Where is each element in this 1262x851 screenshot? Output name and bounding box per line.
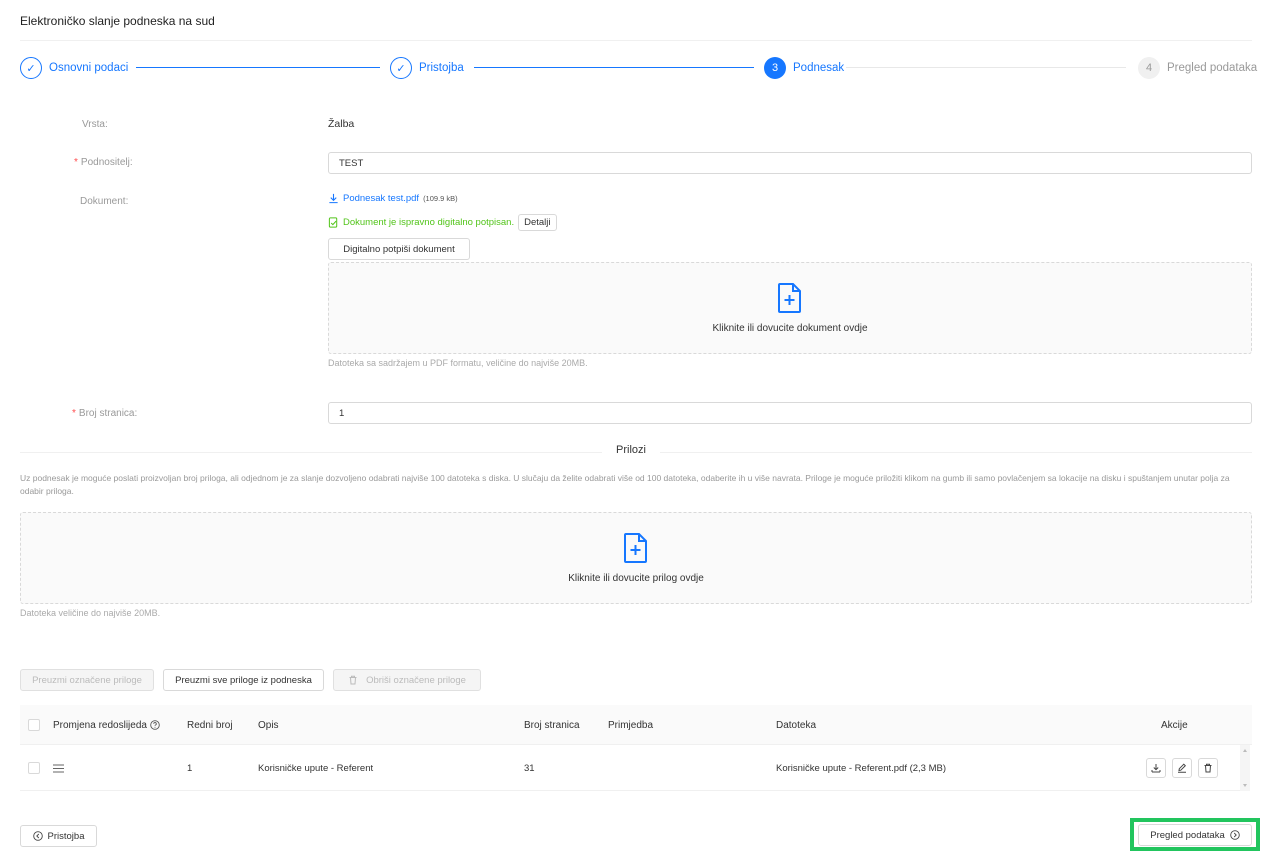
dropzone-text: Kliknite ili dovucite dokument ovdje xyxy=(712,322,868,334)
podnositelj-input[interactable]: TEST xyxy=(328,152,1252,174)
prilozi-title-wrap: Prilozi xyxy=(0,444,1262,456)
download-icon xyxy=(329,193,338,204)
step-label: Pregled podataka xyxy=(1167,62,1258,74)
step-pregled-podataka[interactable]: 4 Pregled podataka xyxy=(1138,56,1257,80)
row-checkbox[interactable] xyxy=(28,745,40,791)
arrow-right-circle-icon xyxy=(1229,830,1240,840)
delete-icon[interactable] xyxy=(1198,758,1218,778)
row-ordinal: 1 xyxy=(187,762,193,774)
back-button-label: Pristojba xyxy=(47,830,85,842)
signed-document-icon xyxy=(328,217,338,228)
file-name[interactable]: Podnesak test.pdf xyxy=(343,193,419,204)
question-circle-icon[interactable] xyxy=(150,720,160,730)
col-actions: Akcije xyxy=(1161,719,1188,731)
attachment-dropzone[interactable]: Kliknite ili dovucite prilog ovdje xyxy=(20,512,1252,604)
row-actions xyxy=(1146,745,1218,791)
file-add-icon xyxy=(624,532,647,563)
step-connector xyxy=(136,67,380,68)
col-description: Opis xyxy=(258,719,279,731)
document-dropzone[interactable]: Kliknite ili dovucite dokument ovdje xyxy=(328,262,1252,354)
back-button[interactable]: Pristojba xyxy=(20,825,97,847)
sign-document-button[interactable]: Digitalno potpiši dokument xyxy=(328,238,470,260)
podnositelj-label: * Podnositelj: xyxy=(74,157,133,168)
step-label: Pristojba xyxy=(419,62,464,74)
step-osnovni-podaci[interactable]: ✓ Osnovni podaci xyxy=(20,56,128,80)
details-button[interactable]: Detalji xyxy=(518,214,557,231)
table-header: Promjena redoslijeda Redni broj Opis Bro… xyxy=(20,705,1252,745)
vrsta-value: Žalba xyxy=(328,118,355,130)
vrsta-label: Vrsta: xyxy=(82,119,108,130)
next-button-label: Pregled podataka xyxy=(1150,829,1225,841)
col-reorder: Promjena redoslijeda xyxy=(53,705,160,745)
step-number: 4 xyxy=(1138,57,1160,79)
dokument-label: Dokument: xyxy=(80,196,129,207)
pages-input[interactable]: 1 xyxy=(328,402,1252,424)
prilozi-title: Prilozi xyxy=(602,444,660,456)
step-label: Osnovni podaci xyxy=(49,62,129,74)
signature-status: Dokument je ispravno digitalno potpisan.… xyxy=(328,214,557,231)
next-button[interactable]: Pregled podataka xyxy=(1138,824,1252,846)
col-ordinal: Redni broj xyxy=(187,719,233,731)
required-marker: * xyxy=(72,408,76,419)
arrow-left-circle-icon xyxy=(32,831,43,841)
prilozi-description: Uz podnesak je moguće poslati proizvolja… xyxy=(20,473,1230,496)
row-file: Korisničke upute - Referent.pdf (2,3 MB) xyxy=(776,762,947,774)
file-add-icon xyxy=(778,282,801,313)
dropzone-text: Kliknite ili dovucite prilog ovdje xyxy=(568,572,704,584)
check-icon: ✓ xyxy=(20,57,42,79)
top-divider xyxy=(20,40,1252,41)
drag-handle-icon[interactable] xyxy=(53,745,64,791)
required-marker: * xyxy=(74,157,78,168)
col-note: Primjedba xyxy=(608,719,654,731)
step-pristojba[interactable]: ✓ Pristojba xyxy=(390,56,464,80)
attachment-dropzone-hint: Datoteka veličine do najviše 20MB. xyxy=(20,608,161,618)
row-description: Korisničke upute - Referent xyxy=(258,762,374,774)
edit-icon[interactable] xyxy=(1172,758,1192,778)
file-size: (109.9 kB) xyxy=(423,194,458,203)
table-row: 1 Korisničke upute - Referent 31 Korisni… xyxy=(20,745,1242,791)
step-connector xyxy=(846,67,1126,68)
select-all-checkbox[interactable] xyxy=(28,705,40,745)
check-icon: ✓ xyxy=(390,57,412,79)
step-connector xyxy=(474,67,754,68)
step-podnesak[interactable]: 3 Podnesak xyxy=(764,56,844,80)
table-scrollbar[interactable] xyxy=(1240,745,1250,791)
pages-label: * Broj stranica: xyxy=(72,408,138,419)
row-pages: 31 xyxy=(524,762,535,774)
download-icon[interactable] xyxy=(1146,758,1166,778)
download-all-button[interactable]: Preuzmi sve priloge iz podneska xyxy=(163,669,324,691)
signed-text: Dokument je ispravno digitalno potpisan. xyxy=(343,217,515,228)
step-number: 3 xyxy=(764,57,786,79)
trash-icon xyxy=(349,675,357,685)
dropzone-hint: Datoteka sa sadržajem u PDF formatu, vel… xyxy=(328,358,588,368)
step-label: Podnesak xyxy=(793,62,845,74)
download-selected-button[interactable]: Preuzmi označene priloge xyxy=(20,669,154,691)
delete-selected-button[interactable]: Obriši označene priloge xyxy=(333,669,481,691)
file-link[interactable]: Podnesak test.pdf (109.9 kB) xyxy=(328,193,458,204)
col-pages: Broj stranica xyxy=(524,719,580,731)
page-title: Elektroničko slanje podneska na sud xyxy=(20,14,215,28)
col-file: Datoteka xyxy=(776,719,817,731)
delete-selected-label: Obriši označene priloge xyxy=(366,674,466,686)
